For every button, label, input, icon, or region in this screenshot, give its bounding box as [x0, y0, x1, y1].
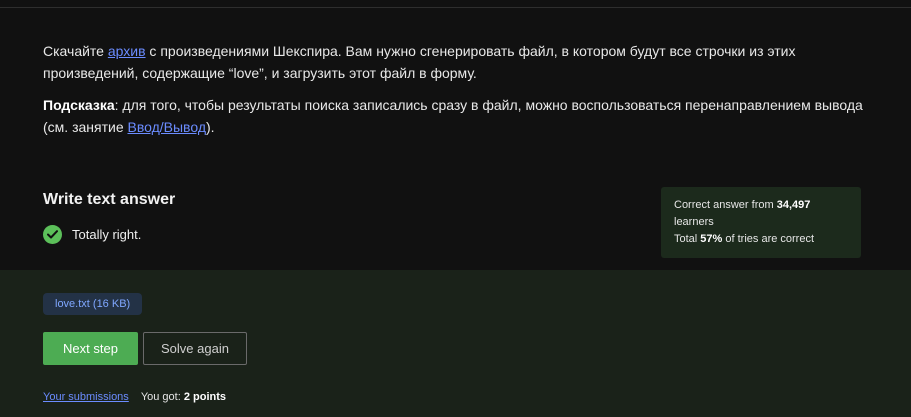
tries-stat: Total 57% of tries are correct [674, 231, 848, 248]
archive-link[interactable]: архив [108, 43, 146, 59]
hint-paragraph: Подсказка: для того, чтобы результаты по… [43, 94, 863, 138]
submission-panel: love.txt (16 KB) Next step Solve again Y… [0, 270, 911, 417]
learners-stat-prefix: Correct answer from [674, 199, 777, 211]
your-submissions-link[interactable]: Your submissions [43, 391, 129, 403]
score-text: You got: 2 points [141, 391, 226, 403]
task-text-prefix: Скачайте [43, 43, 108, 59]
attached-file-chip[interactable]: love.txt (16 KB) [43, 293, 143, 315]
result-text: Totally right. [72, 227, 142, 242]
check-circle-icon [43, 225, 62, 244]
task-text-suffix: с произведениями Шекспира. Вам нужно сге… [43, 43, 796, 81]
task-paragraph: Скачайте архив с произведениями Шекспира… [43, 40, 863, 84]
correct-percent: 57% [700, 233, 723, 245]
hint-end: ). [205, 119, 215, 135]
learners-stat-suffix: learners [674, 216, 714, 228]
io-lesson-link[interactable]: Ввод/Вывод [128, 119, 206, 135]
answer-section-title: Write text answer [43, 191, 176, 208]
tries-stat-suffix: of tries are correct [722, 233, 815, 245]
score-value: 2 points [183, 391, 227, 403]
task-description: Скачайте архив с произведениями Шекспира… [43, 40, 863, 148]
solve-again-button[interactable]: Solve again [143, 332, 247, 365]
top-divider [0, 7, 911, 8]
score-prefix: You got: [140, 391, 184, 403]
result-status: Totally right. [43, 225, 141, 244]
tries-stat-prefix: Total [674, 233, 701, 245]
learners-stat: Correct answer from 34,497 learners [674, 197, 848, 231]
hint-label: Подсказка [43, 97, 115, 113]
submission-footer: Your submissions You got: 2 points [43, 391, 226, 403]
stats-box: Correct answer from 34,497 learners Tota… [661, 187, 861, 258]
learners-count: 34,497 [776, 199, 811, 211]
next-step-button[interactable]: Next step [43, 332, 138, 365]
